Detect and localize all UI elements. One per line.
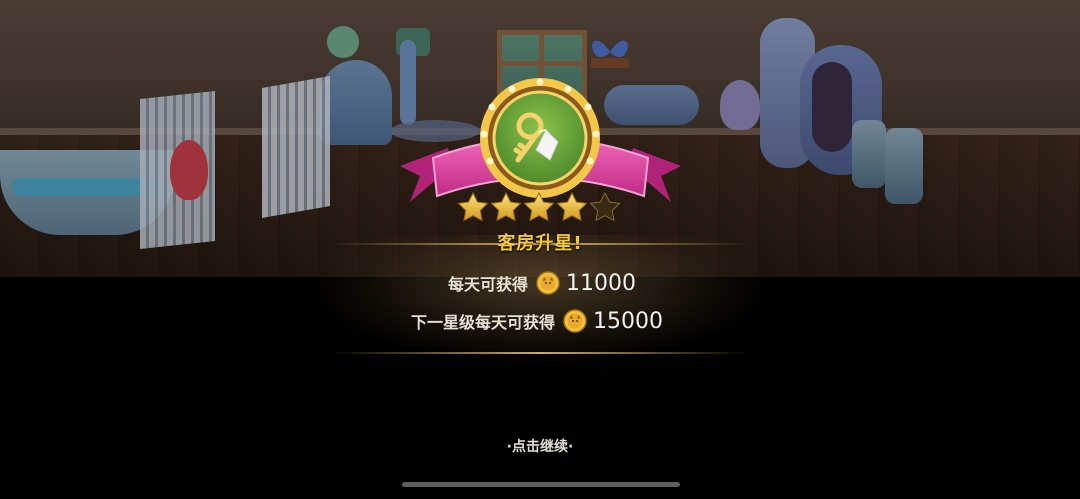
next-income-row: 下一星级每天可获得 15000	[411, 306, 663, 336]
daily-income-value: 11000	[566, 270, 637, 296]
cat-coin-icon	[563, 309, 587, 333]
badge-center	[492, 90, 588, 186]
next-income-label: 下一星级每天可获得	[411, 313, 556, 332]
star-4	[556, 191, 588, 222]
room-star-badge	[400, 78, 681, 222]
star-5-empty	[589, 191, 621, 222]
next-income-value: 15000	[593, 308, 664, 334]
star-1	[457, 191, 489, 222]
daily-income-label: 每天可获得	[448, 275, 529, 294]
star-2	[490, 191, 522, 222]
upgrade-title: 客房升星!	[497, 233, 583, 254]
daily-income-row: 每天可获得 11000	[448, 268, 636, 298]
tap-to-continue[interactable]: ·点击继续·	[0, 436, 1080, 456]
divider-bottom	[330, 352, 750, 354]
home-indicator[interactable]	[402, 482, 680, 487]
cat-coin-icon	[536, 271, 560, 295]
rating-stars	[457, 191, 621, 222]
